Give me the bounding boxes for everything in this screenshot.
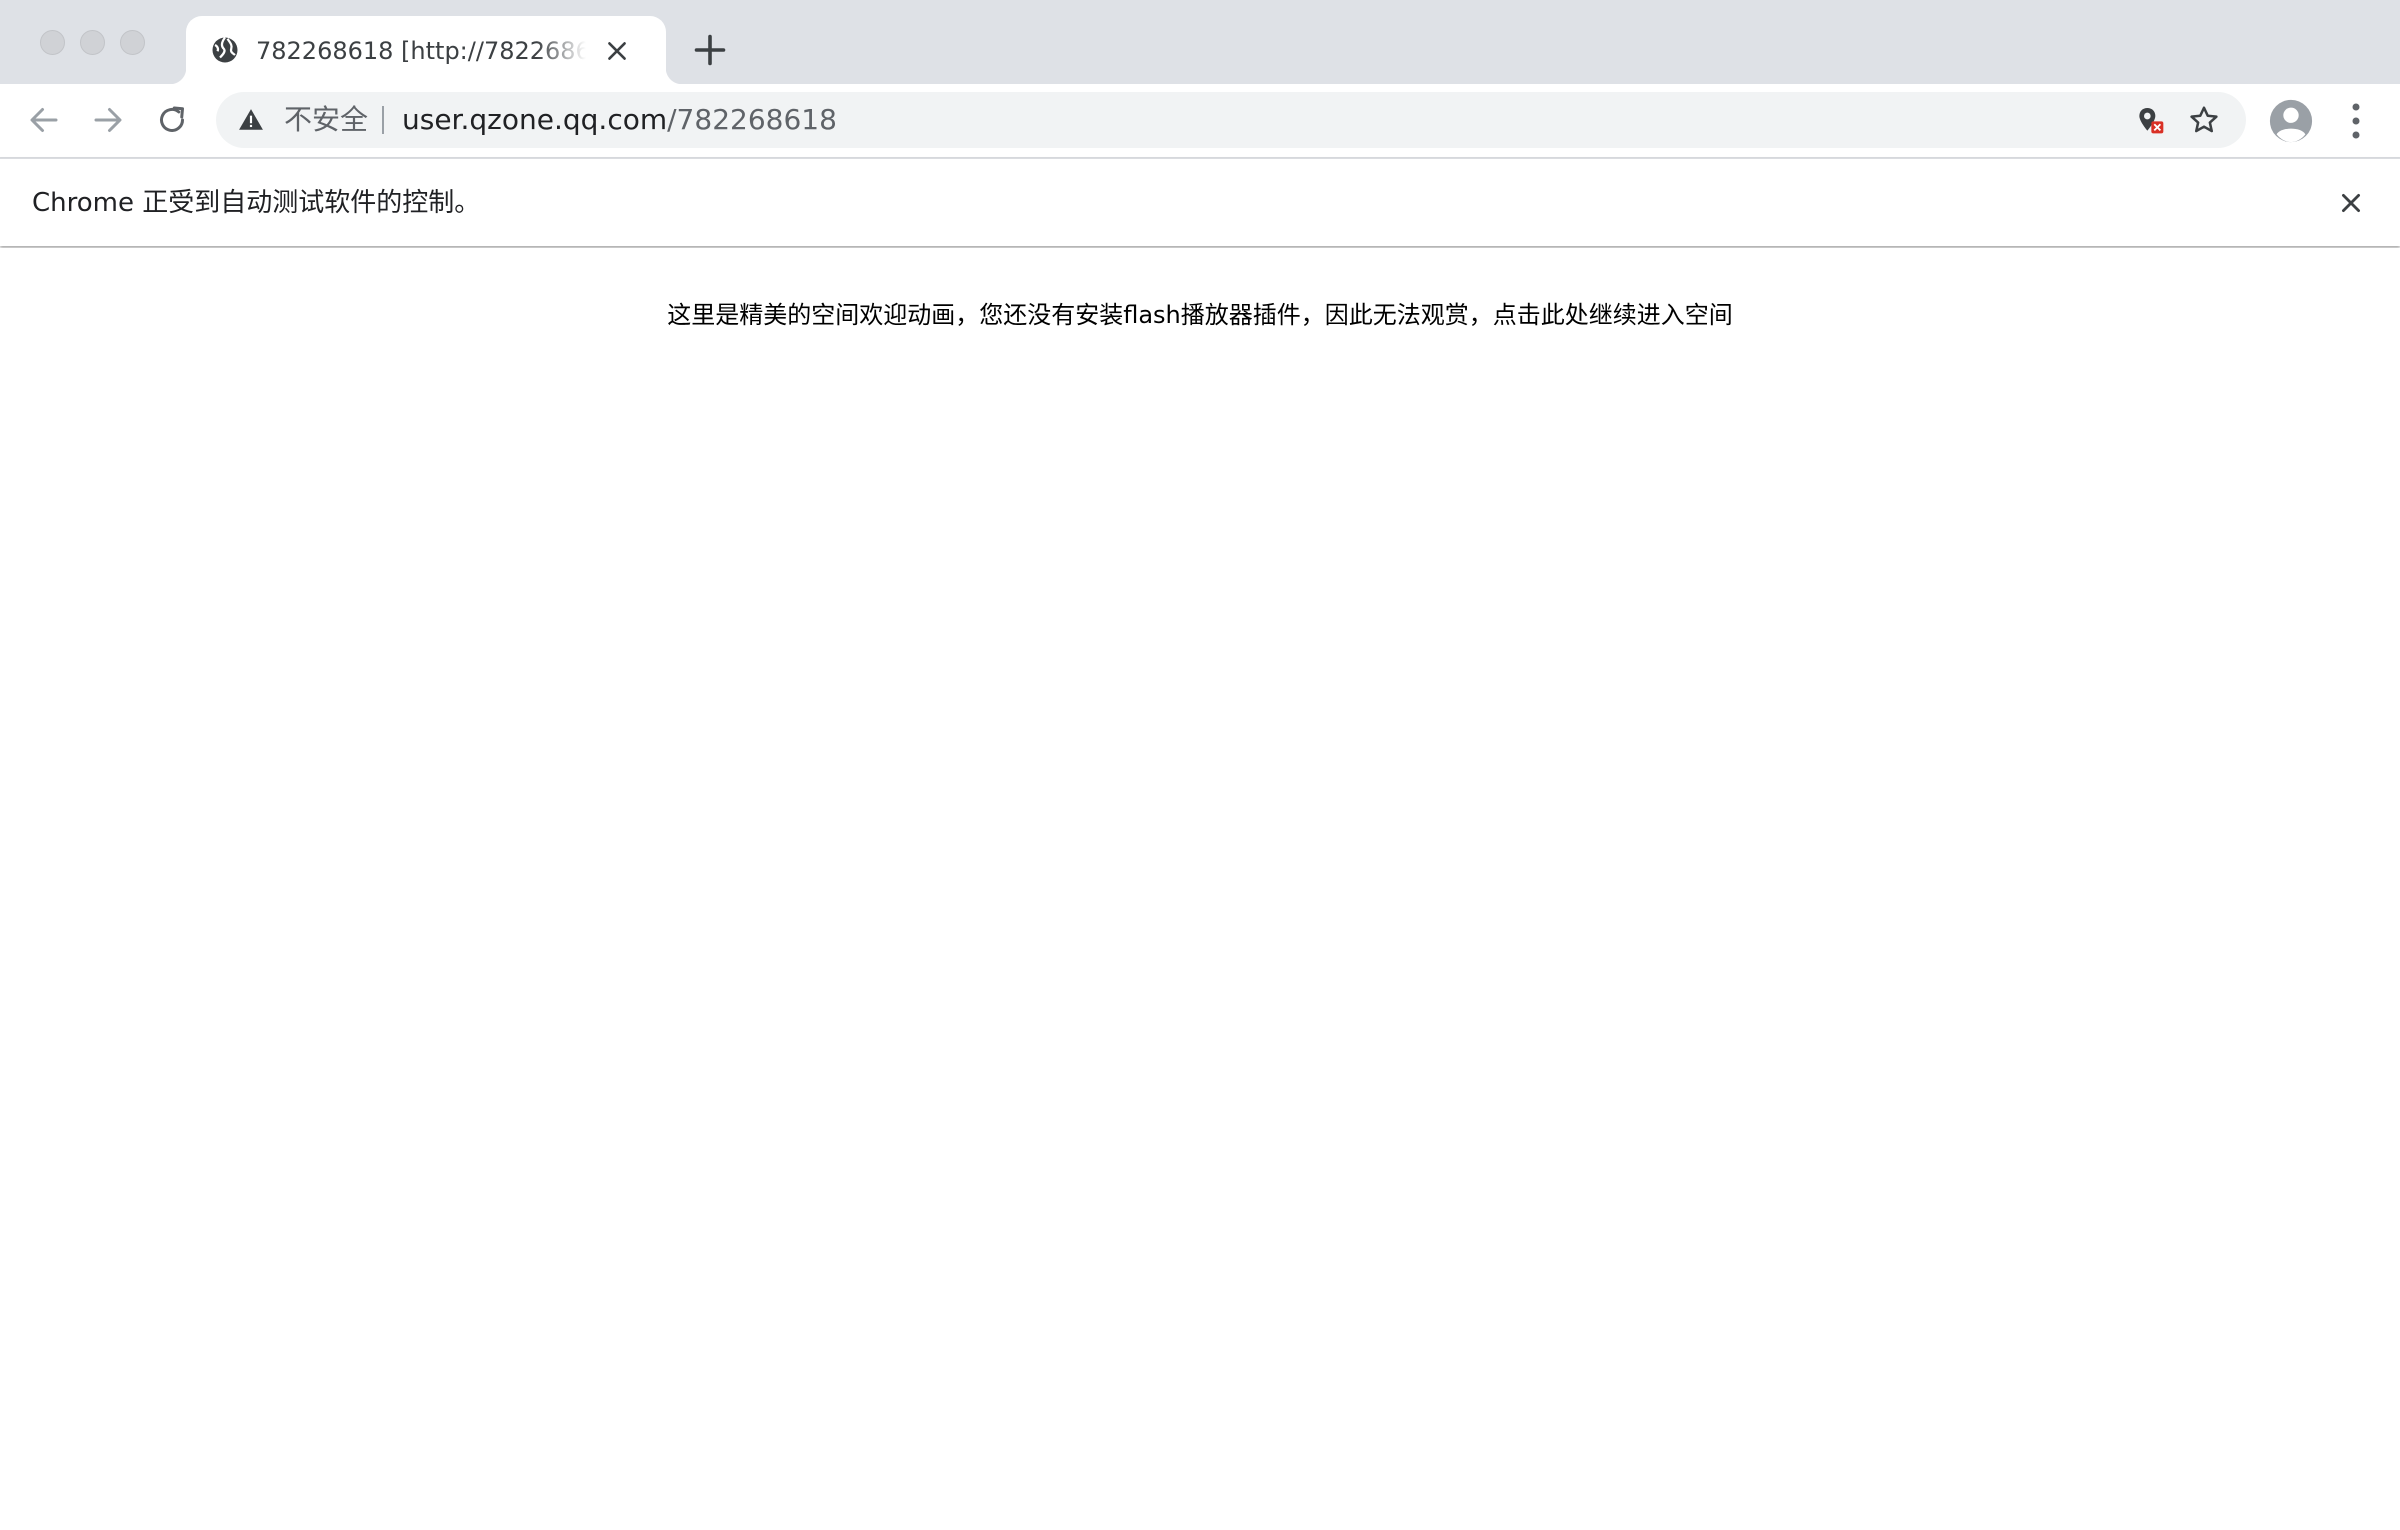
flash-blocked-icon[interactable] [2134,104,2166,136]
address-bar[interactable]: 不安全 user.qzone.qq.com/782268618 [216,92,2246,148]
window-minimize-control[interactable] [80,30,105,55]
automation-infobar: Chrome 正受到自动测试软件的控制。 [0,158,2400,246]
browser-toolbar: 不安全 user.qzone.qq.com/782268618 [0,84,2400,158]
avatar-icon[interactable] [2268,98,2314,144]
globe-icon [212,36,238,63]
infobar-message: Chrome 正受到自动测试软件的控制。 [32,188,481,218]
star-icon[interactable] [2188,104,2220,136]
close-icon[interactable] [2338,190,2364,216]
plus-icon[interactable] [692,32,728,68]
arrow-right-icon[interactable] [90,102,126,138]
browser-window: 782268618 [http://782268618.qzone.qq.com… [0,0,2400,1530]
url-host: user.qzone.qq.com [402,103,668,136]
close-icon[interactable] [604,38,630,64]
arrow-left-icon[interactable] [26,102,62,138]
warning-triangle-icon[interactable] [238,107,264,133]
omnibox-separator [382,106,384,134]
flash-notice-link[interactable]: 这里是精美的空间欢迎动画，您还没有安装flash播放器插件，因此无法观赏，点击此… [0,298,2400,332]
url-text[interactable]: user.qzone.qq.com/782268618 [402,92,837,148]
tab-title: 782268618 [http://782268618.qzone.qq.com… [256,37,586,65]
reload-icon[interactable] [154,102,190,138]
window-maximize-control[interactable] [120,30,145,55]
tab-strip: 782268618 [http://782268618.qzone.qq.com… [0,0,2400,84]
security-label[interactable]: 不安全 [284,92,368,148]
active-tab[interactable]: 782268618 [http://782268618.qzone.qq.com… [170,16,682,84]
window-close-control[interactable] [40,30,65,55]
url-path: /782268618 [667,103,837,136]
vertical-dots-icon[interactable] [2344,100,2368,142]
page-content: 这里是精美的空间欢迎动画，您还没有安装flash播放器插件，因此无法观赏，点击此… [0,248,2400,1530]
